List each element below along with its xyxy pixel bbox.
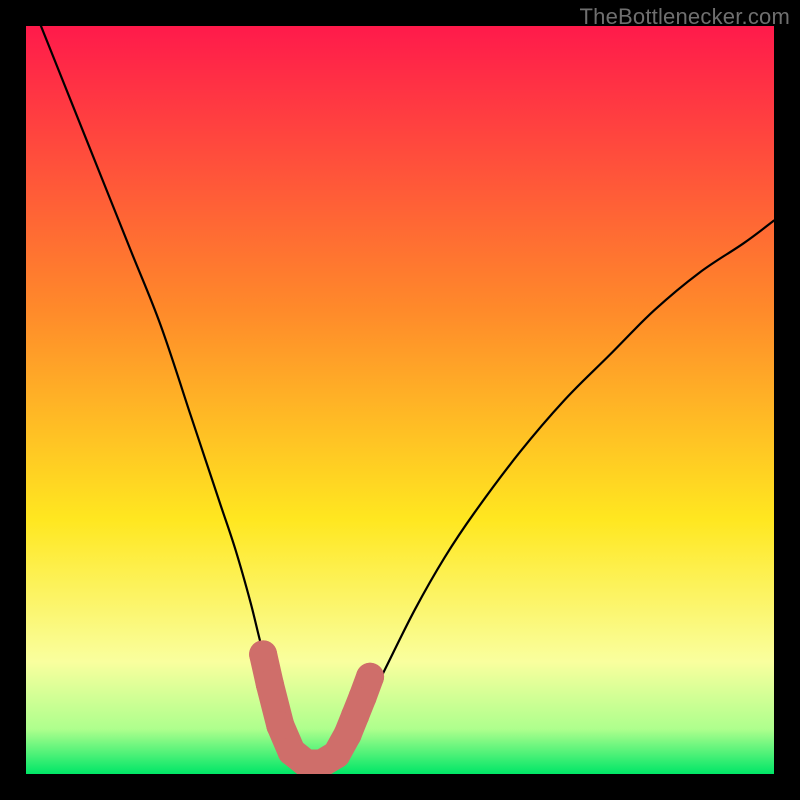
marker-point [256, 670, 284, 698]
outer-frame: TheBottlenecker.com [0, 0, 800, 800]
plot-area [26, 26, 774, 774]
marker-point [249, 640, 277, 668]
chart-svg [26, 26, 774, 774]
marker-point [266, 711, 294, 739]
gradient-background [26, 26, 774, 774]
marker-point [356, 663, 384, 691]
